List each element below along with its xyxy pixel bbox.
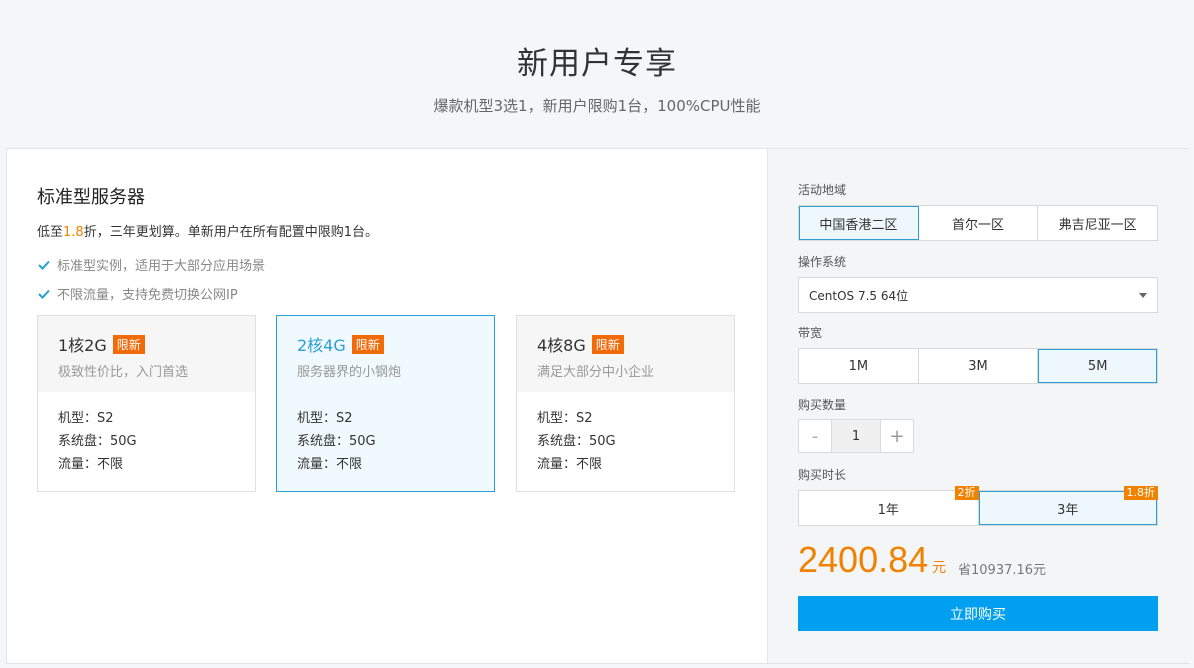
product-description: 低至1.8折，三年更划算。单新用户在所有配置中限购1台。 xyxy=(37,221,378,240)
duration-option-label: 1年 xyxy=(877,502,899,518)
check-icon xyxy=(38,260,50,270)
bandwidth-option-3m[interactable]: 3M xyxy=(919,349,1039,383)
plan-card-4c8g[interactable]: 4核8G 限新 满足大部分中小企业 机型：S2 系统盘：50G 流量：不限 xyxy=(516,315,735,492)
spec-disk: 系统盘：50G xyxy=(297,434,376,449)
plan-card-header: 1核2G 限新 极致性价比，入门首选 xyxy=(38,316,255,392)
offer-panel: 标准型服务器 低至1.8折，三年更划算。单新用户在所有配置中限购1台。 标准型实… xyxy=(6,148,1189,664)
spec-model: 机型：S2 xyxy=(537,411,593,426)
spec-disk: 系统盘：50G xyxy=(537,434,616,449)
spec-model: 机型：S2 xyxy=(58,411,114,426)
bandwidth-label: 带宽 xyxy=(798,326,823,340)
os-select-value: CentOS 7.5 64位 xyxy=(809,288,909,303)
discount-badge: 2折 xyxy=(954,486,979,500)
duration-label: 购买时长 xyxy=(798,468,847,482)
spec-traffic: 流量：不限 xyxy=(537,457,603,472)
check-icon xyxy=(38,289,50,299)
plan-specs: 机型：S2 系统盘：50G 流量：不限 xyxy=(297,407,376,476)
buy-now-button[interactable]: 立即购买 xyxy=(798,596,1158,631)
new-user-badge: 限新 xyxy=(351,335,384,354)
total-price: 2400.84 元 xyxy=(798,539,946,581)
price-amount: 2400.84 xyxy=(798,539,929,580)
feature-text: 不限流量，支持免费切换公网IP xyxy=(57,288,238,303)
chevron-down-icon xyxy=(1139,293,1147,298)
plan-card-header: 4核8G 限新 满足大部分中小企业 xyxy=(517,316,734,392)
price-unit: 元 xyxy=(932,559,947,575)
region-option-seoul-1[interactable]: 首尔一区 xyxy=(919,206,1039,240)
plan-tagline: 服务器界的小钢炮 xyxy=(297,365,402,380)
os-label: 操作系统 xyxy=(798,255,847,269)
savings-text: 省10937.16元 xyxy=(958,563,1047,578)
new-user-badge: 限新 xyxy=(591,335,624,354)
spec-traffic: 流量：不限 xyxy=(58,457,124,472)
os-select[interactable]: CentOS 7.5 64位 xyxy=(798,277,1158,313)
product-section: 标准型服务器 低至1.8折，三年更划算。单新用户在所有配置中限购1台。 标准型实… xyxy=(7,149,767,663)
feature-item: 标准型实例，适用于大部分应用场景 xyxy=(37,255,265,274)
plan-tagline: 满足大部分中小企业 xyxy=(537,365,655,380)
quantity-increment-button[interactable]: + xyxy=(880,419,914,453)
plan-name: 4核8G 限新 xyxy=(537,332,624,356)
discount-badge: 1.8折 xyxy=(1123,486,1158,500)
new-user-badge: 限新 xyxy=(112,335,145,354)
duration-option-1-year[interactable]: 1年 2折 xyxy=(799,486,979,525)
spec-disk: 系统盘：50G xyxy=(58,434,137,449)
spec-traffic: 流量：不限 xyxy=(297,457,363,472)
desc-prefix: 低至 xyxy=(37,225,64,240)
quantity-input[interactable]: 1 xyxy=(832,419,880,453)
spec-model: 机型：S2 xyxy=(297,411,353,426)
plan-card-1c2g[interactable]: 1核2G 限新 极致性价比，入门首选 机型：S2 系统盘：50G 流量：不限 xyxy=(37,315,256,492)
config-section: 活动地域 中国香港二区 首尔一区 弗吉尼亚一区 操作系统 CentOS 7.5 … xyxy=(767,149,1189,663)
plan-tagline: 极致性价比，入门首选 xyxy=(58,365,189,380)
feature-text: 标准型实例，适用于大部分应用场景 xyxy=(57,259,266,274)
duration-option-label: 3年 xyxy=(1057,502,1079,518)
region-option-virginia-1[interactable]: 弗吉尼亚一区 xyxy=(1038,206,1157,240)
plan-card-header: 2核4G 限新 服务器界的小钢炮 xyxy=(277,316,494,392)
quantity-label: 购买数量 xyxy=(798,398,847,412)
bandwidth-option-1m[interactable]: 1M xyxy=(799,349,919,383)
quantity-stepper: - 1 + xyxy=(798,419,914,453)
bandwidth-selector: 1M 3M 5M xyxy=(798,348,1158,384)
quantity-decrement-button[interactable]: - xyxy=(798,419,832,453)
duration-selector: 1年 2折 3年 1.8折 xyxy=(798,486,1158,526)
region-selector: 中国香港二区 首尔一区 弗吉尼亚一区 xyxy=(798,205,1158,241)
region-option-hongkong-2[interactable]: 中国香港二区 xyxy=(799,206,919,240)
page-subtitle: 爆款机型3选1，新用户限购1台，100%CPU性能 xyxy=(433,97,761,115)
bandwidth-option-5m[interactable]: 5M xyxy=(1038,349,1158,383)
duration-option-3-year[interactable]: 3年 1.8折 xyxy=(978,486,1158,525)
plan-name: 1核2G 限新 xyxy=(58,332,145,356)
plan-specs: 机型：S2 系统盘：50G 流量：不限 xyxy=(58,407,137,476)
plan-name: 2核4G 限新 xyxy=(297,332,384,356)
page-title: 新用户专享 xyxy=(517,46,677,82)
hero-section: 新用户专享 爆款机型3选1，新用户限购1台，100%CPU性能 xyxy=(0,0,1194,148)
region-label: 活动地域 xyxy=(798,183,847,197)
desc-suffix: 折，三年更划算。单新用户在所有配置中限购1台。 xyxy=(83,225,378,240)
product-title: 标准型服务器 xyxy=(37,187,145,208)
plan-specs: 机型：S2 系统盘：50G 流量：不限 xyxy=(537,407,616,476)
feature-item: 不限流量，支持免费切换公网IP xyxy=(37,284,238,303)
plan-card-2c4g[interactable]: 2核4G 限新 服务器界的小钢炮 机型：S2 系统盘：50G 流量：不限 xyxy=(276,315,495,492)
desc-discount-highlight: 1.8 xyxy=(63,225,84,240)
